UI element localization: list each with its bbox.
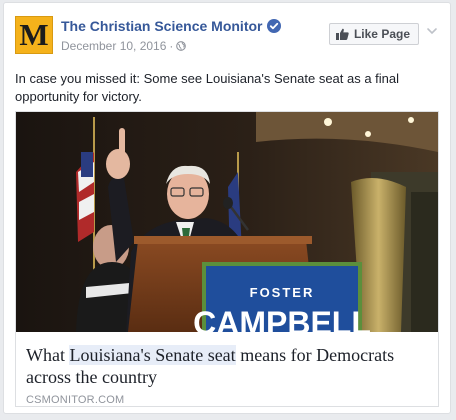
post-message: In case you missed it: Some see Louisian…	[15, 71, 400, 104]
page-logo[interactable]: M	[15, 16, 53, 54]
post-meta: December 10, 2016 ·	[61, 39, 187, 53]
article-title[interactable]: What Louisiana's Senate seat means for D…	[26, 344, 430, 388]
link-preview-card[interactable]: FOSTER CAMPBELL What Louisiana's Senate …	[15, 111, 439, 407]
verified-badge-icon	[267, 19, 282, 33]
photo-illustration: FOSTER CAMPBELL	[16, 112, 438, 332]
article-photo[interactable]: FOSTER CAMPBELL	[16, 112, 438, 332]
chevron-down-icon[interactable]	[425, 24, 439, 38]
sign-line1: FOSTER	[250, 285, 315, 300]
title-part-1: What	[26, 345, 70, 365]
post-date-link[interactable]: December 10, 2016	[61, 39, 166, 53]
facebook-post: M The Christian Science Monitor December…	[3, 2, 451, 414]
post-header: M The Christian Science Monitor December…	[15, 14, 439, 62]
sign-line2: CAMPBELL	[193, 305, 371, 332]
like-page-label: Like Page	[353, 27, 410, 41]
meta-separator: ·	[169, 39, 174, 53]
like-page-button[interactable]: Like Page	[328, 23, 419, 45]
page-name-link[interactable]: The Christian Science Monitor	[61, 18, 262, 34]
globe-icon	[176, 41, 187, 51]
page-name-line: The Christian Science Monitor	[61, 18, 282, 34]
article-domain: CSMONITOR.COM	[26, 394, 125, 406]
title-highlight: Louisiana's Senate seat	[69, 345, 236, 365]
thumbs-up-icon	[335, 28, 349, 40]
logo-letter: M	[19, 17, 49, 52]
